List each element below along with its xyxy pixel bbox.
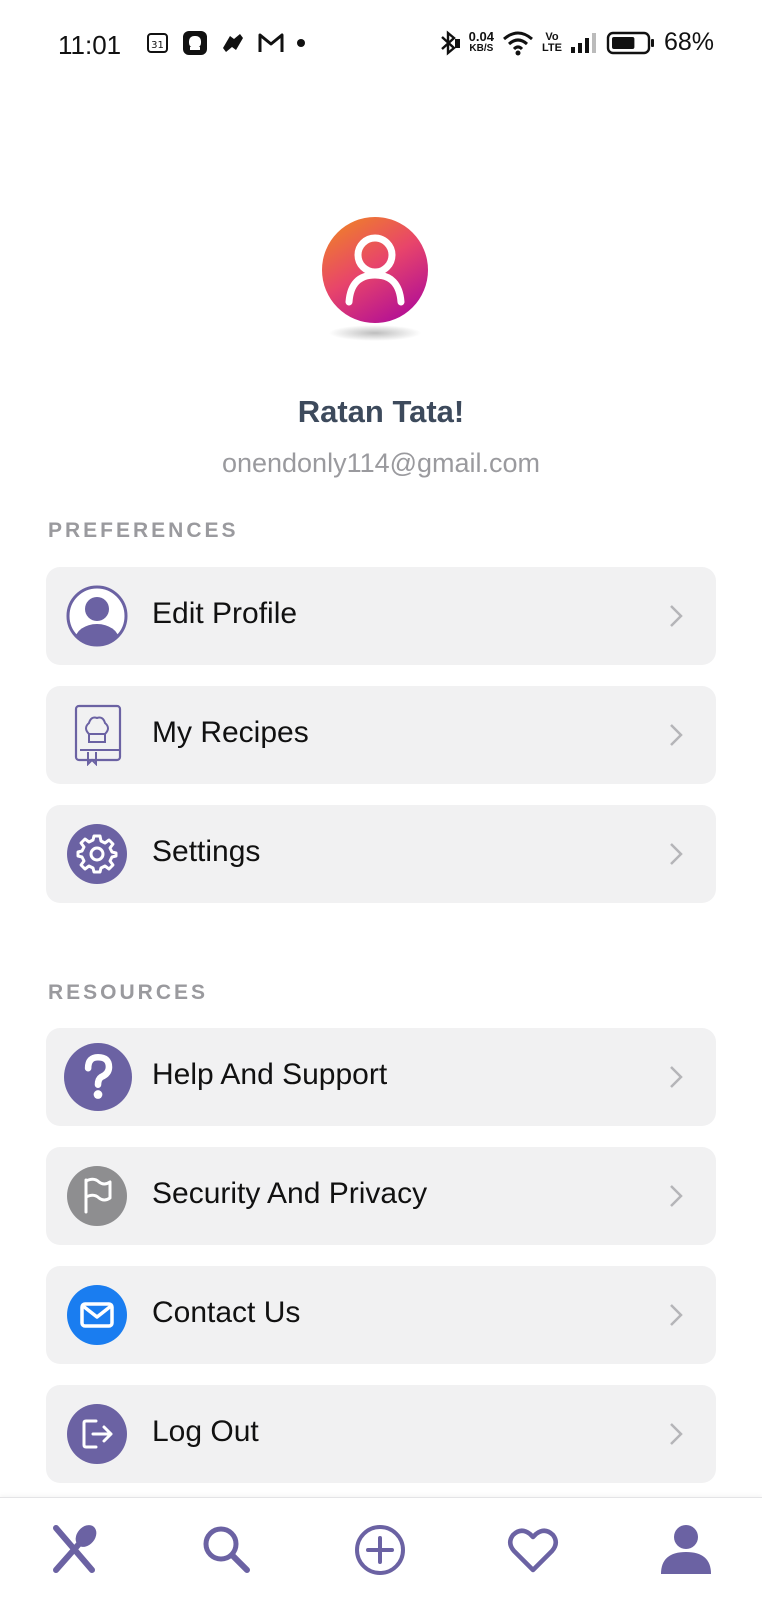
gmail-icon xyxy=(258,33,284,52)
wallet-app-icon xyxy=(223,34,243,52)
add-circle-icon[interactable] xyxy=(352,1522,408,1578)
wifi-icon xyxy=(503,31,533,55)
section-title-preferences: PREFERENCES xyxy=(48,519,239,542)
battery-percent: 68% xyxy=(663,28,714,56)
signal-icon xyxy=(570,32,596,53)
bluetooth-icon xyxy=(440,29,460,56)
menu-item-help-and-support[interactable]: Help And Support xyxy=(46,1028,716,1126)
chevron-right-icon xyxy=(670,724,683,746)
chevron-right-icon xyxy=(670,843,683,865)
bottom-nav xyxy=(0,1497,762,1600)
menu-item-contact-us[interactable]: Contact Us xyxy=(46,1266,716,1364)
calendar-icon: 31 xyxy=(147,33,168,53)
menu-label: Settings xyxy=(152,835,261,868)
profile-name: Ratan Tata! xyxy=(297,394,465,429)
chat-app-icon xyxy=(183,31,207,55)
section-title-resources: RESOURCES xyxy=(48,981,209,1004)
menu-item-log-out[interactable]: Log Out xyxy=(46,1385,716,1483)
logout-icon xyxy=(67,1404,127,1464)
volte-bottom: LTE xyxy=(541,41,562,54)
gear-icon xyxy=(67,824,127,884)
utensils-icon[interactable] xyxy=(48,1522,104,1578)
network-speed: 0.04 KB/S xyxy=(468,28,494,55)
more-notifications-dot-icon xyxy=(297,39,305,47)
chevron-right-icon xyxy=(670,1304,683,1326)
notification-icons: 31 xyxy=(146,30,306,56)
status-right: 0.04 KB/S Vo LTE 68% xyxy=(437,28,714,57)
question-icon xyxy=(64,1043,132,1111)
chevron-right-icon xyxy=(670,1423,683,1445)
menu-item-edit-profile[interactable]: Edit Profile xyxy=(46,567,716,665)
avatar-user-icon xyxy=(322,217,428,341)
heart-icon[interactable] xyxy=(505,1522,561,1578)
menu-label: Edit Profile xyxy=(152,597,298,630)
chevron-right-icon xyxy=(670,1185,683,1207)
menu-item-security-and-privacy[interactable]: Security And Privacy xyxy=(46,1147,716,1245)
menu-item-settings[interactable]: Settings xyxy=(46,805,716,903)
network-speed-value: 0.04 xyxy=(468,28,494,44)
recipe-book-icon xyxy=(74,704,122,766)
status-bar: 11:01 31 0.04 KB/S Vo LTE 68% xyxy=(0,0,762,90)
user-circle-icon xyxy=(66,585,128,647)
battery-icon xyxy=(606,31,654,54)
volte-indicator: Vo LTE xyxy=(541,30,562,54)
network-speed-unit: KB/S xyxy=(469,42,494,54)
menu-label: Contact Us xyxy=(152,1296,301,1329)
menu-label: Help And Support xyxy=(152,1058,388,1091)
avatar[interactable] xyxy=(309,205,449,355)
profile-icon[interactable] xyxy=(658,1522,714,1578)
menu-item-my-recipes[interactable]: My Recipes xyxy=(46,686,716,784)
menu-label: Security And Privacy xyxy=(152,1177,428,1210)
menu-label: My Recipes xyxy=(152,716,309,749)
chevron-right-icon xyxy=(670,605,683,627)
search-icon[interactable] xyxy=(199,1522,255,1578)
calendar-day: 31 xyxy=(151,40,164,51)
profile-email: onendonly114@gmail.com xyxy=(221,448,541,478)
volte-top: Vo xyxy=(545,30,559,43)
status-time: 11:01 xyxy=(58,30,122,60)
flag-icon xyxy=(67,1166,127,1226)
chevron-right-icon xyxy=(670,1066,683,1088)
menu-label: Log Out xyxy=(152,1415,259,1448)
mail-icon xyxy=(67,1285,127,1345)
